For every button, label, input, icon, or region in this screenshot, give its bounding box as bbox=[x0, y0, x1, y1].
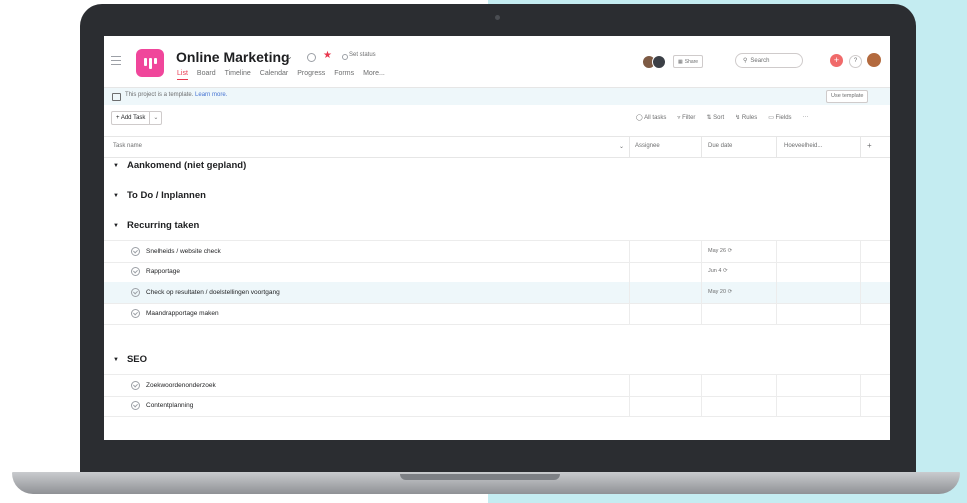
use-template-button[interactable]: Use template bbox=[826, 90, 869, 103]
task-name[interactable]: Maandrapportage maken bbox=[146, 310, 219, 317]
complete-checkbox-icon[interactable] bbox=[131, 267, 140, 276]
section-title: Recurring taken bbox=[126, 220, 200, 231]
template-banner: This project is a template. Learn more. … bbox=[104, 87, 890, 105]
project-icon bbox=[136, 49, 164, 77]
sort-icon: ⇅ bbox=[706, 115, 712, 121]
section-title: Aankomend (niet gepland) bbox=[126, 160, 247, 171]
task-name[interactable]: Zoekwoordenonderzoek bbox=[146, 382, 216, 389]
add-task-button[interactable]: + Add Task ⌄ bbox=[111, 111, 163, 125]
avatar bbox=[652, 55, 666, 69]
section-header[interactable]: ▼ SEO bbox=[113, 354, 147, 365]
filter-icon: ▿ bbox=[677, 115, 681, 121]
column-hoeveelheid[interactable]: Hoeveelheid... bbox=[784, 143, 822, 149]
add-task-label[interactable]: + Add Task bbox=[112, 112, 149, 124]
set-status-button[interactable]: Set status bbox=[349, 52, 376, 58]
bolt-icon: ↯ bbox=[735, 115, 741, 121]
tab-forms[interactable]: Forms bbox=[334, 70, 354, 80]
menu-icon[interactable] bbox=[111, 56, 121, 68]
chevron-down-icon[interactable]: ⌄ bbox=[619, 143, 624, 150]
check-circle-icon: ◯ bbox=[636, 115, 643, 121]
task-name[interactable]: Contentplanning bbox=[146, 402, 193, 409]
member-avatars[interactable] bbox=[642, 55, 666, 69]
people-icon: ▦ bbox=[678, 58, 683, 65]
complete-checkbox-icon[interactable] bbox=[131, 381, 140, 390]
info-icon[interactable] bbox=[307, 53, 316, 62]
section-title: To Do / Inplannen bbox=[126, 190, 206, 201]
complete-checkbox-icon[interactable] bbox=[131, 288, 140, 297]
section-title: SEO bbox=[126, 354, 148, 365]
table-row[interactable]: Zoekwoordenonderzoek bbox=[104, 374, 890, 397]
triangle-down-icon[interactable]: ▼ bbox=[113, 223, 119, 229]
tab-list[interactable]: List bbox=[177, 70, 188, 80]
project-tabs: List Board Timeline Calendar Progress Fo… bbox=[177, 70, 385, 80]
section-header[interactable]: ▼ To Do / Inplannen bbox=[113, 190, 206, 201]
fields-icon: ▭ bbox=[768, 115, 774, 121]
table-row[interactable]: Check op resultaten / doelstellingen voo… bbox=[104, 282, 890, 304]
tab-calendar[interactable]: Calendar bbox=[260, 70, 288, 80]
share-label: Share bbox=[684, 58, 699, 65]
tab-timeline[interactable]: Timeline bbox=[225, 70, 251, 80]
due-date[interactable]: Jun 4 ⟳ bbox=[708, 268, 728, 274]
filter-button[interactable]: ▿ Filter bbox=[677, 114, 695, 121]
task-name[interactable]: Snelheids / website check bbox=[146, 248, 221, 255]
table-row[interactable]: Maandrapportage maken bbox=[104, 303, 890, 325]
star-icon[interactable]: ★ bbox=[323, 50, 332, 61]
template-icon bbox=[112, 93, 121, 101]
chevron-down-icon[interactable]: ⌄ bbox=[286, 52, 293, 61]
share-button[interactable]: ▦ Share bbox=[673, 55, 704, 68]
table-header: Task name ⌄ Assignee Due date Hoeveelhei… bbox=[104, 136, 890, 158]
task-name[interactable]: Check op resultaten / doelstellingen voo… bbox=[146, 289, 280, 296]
banner-text: This project is a template. Learn more. bbox=[125, 92, 228, 98]
column-task-name[interactable]: Task name bbox=[113, 143, 142, 149]
triangle-down-icon[interactable]: ▼ bbox=[113, 163, 119, 169]
laptop-notch bbox=[400, 474, 560, 480]
sort-button[interactable]: ⇅ Sort bbox=[706, 114, 724, 121]
section-header[interactable]: ▼ Recurring taken bbox=[113, 220, 199, 231]
all-tasks-button[interactable]: ◯ All tasks bbox=[636, 114, 666, 121]
column-assignee[interactable]: Assignee bbox=[635, 143, 660, 149]
tab-progress[interactable]: Progress bbox=[297, 70, 325, 80]
recurring-icon: ⟳ bbox=[723, 268, 728, 274]
recurring-icon: ⟳ bbox=[727, 248, 733, 254]
due-date[interactable]: May 20 ⟳ bbox=[708, 289, 732, 295]
chevron-down-icon[interactable]: ⌄ bbox=[149, 112, 161, 124]
fields-button[interactable]: ▭ Fields bbox=[768, 114, 791, 121]
complete-checkbox-icon[interactable] bbox=[131, 401, 140, 410]
complete-checkbox-icon[interactable] bbox=[131, 309, 140, 318]
search-input[interactable]: ⚲ Search bbox=[735, 53, 803, 68]
status-icon bbox=[342, 54, 348, 60]
view-toolbar: ◯ All tasks ▿ Filter ⇅ Sort ↯ Rules ▭ Fi… bbox=[636, 114, 809, 121]
task-name[interactable]: Rapportage bbox=[146, 268, 180, 275]
camera-icon bbox=[495, 15, 500, 20]
quick-add-button[interactable]: + bbox=[830, 54, 843, 67]
project-title: Online Marketing bbox=[176, 49, 290, 65]
user-avatar[interactable] bbox=[867, 53, 881, 67]
table-row[interactable]: Rapportage Jun 4 ⟳ bbox=[104, 261, 890, 283]
column-due-date[interactable]: Due date bbox=[708, 143, 732, 149]
learn-more-link[interactable]: Learn more. bbox=[195, 92, 227, 98]
rules-button[interactable]: ↯ Rules bbox=[735, 114, 757, 121]
tab-board[interactable]: Board bbox=[197, 70, 216, 80]
table-row[interactable]: Snelheids / website check May 26 ⟳ bbox=[104, 240, 890, 263]
table-row[interactable]: Contentplanning bbox=[104, 395, 890, 417]
more-options-button[interactable]: ··· bbox=[803, 114, 809, 121]
tab-more[interactable]: More... bbox=[363, 70, 385, 80]
help-button[interactable]: ? bbox=[849, 55, 862, 68]
add-column-button[interactable]: + bbox=[867, 141, 872, 150]
recurring-icon: ⟳ bbox=[727, 289, 733, 295]
search-icon: ⚲ bbox=[743, 58, 748, 64]
complete-checkbox-icon[interactable] bbox=[131, 247, 140, 256]
app-window: Online Marketing ⌄ ★ Set status List Boa… bbox=[104, 36, 890, 440]
section-header[interactable]: ▼ Aankomend (niet gepland) bbox=[113, 160, 246, 171]
search-placeholder: Search bbox=[750, 57, 770, 64]
triangle-down-icon[interactable]: ▼ bbox=[113, 193, 119, 199]
due-date[interactable]: May 26 ⟳ bbox=[708, 248, 732, 254]
triangle-down-icon[interactable]: ▼ bbox=[113, 357, 119, 363]
